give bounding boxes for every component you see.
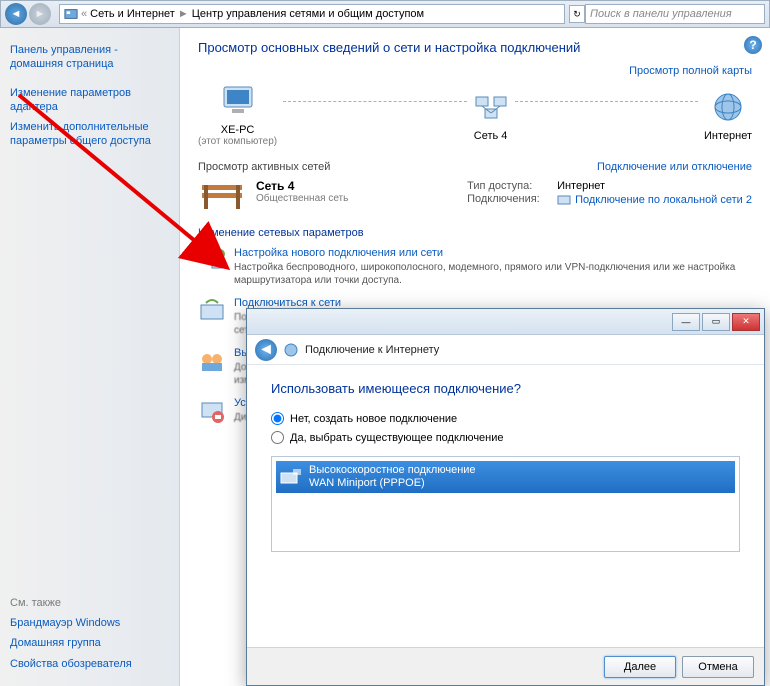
sidebar-link-browser[interactable]: Свойства обозревателя [10, 657, 169, 671]
search-input[interactable]: Поиск в панели управления [585, 4, 765, 24]
connection-line [515, 101, 698, 102]
nav-back-button[interactable]: ◄ [5, 3, 27, 25]
homegroup-icon [198, 347, 226, 375]
refresh-button[interactable]: ↻ [569, 5, 585, 23]
dialog-title: Подключение к Интернету [305, 344, 439, 356]
node-label: Сеть 4 [473, 130, 509, 142]
radio-label: Нет, создать новое подключение [290, 413, 457, 425]
node-label: XE-PC [198, 124, 277, 136]
connect-network-icon [198, 297, 226, 325]
task-title[interactable]: Настройка нового подключения или сети [234, 247, 752, 259]
troubleshoot-icon [198, 397, 226, 425]
search-placeholder: Поиск в панели управления [590, 8, 732, 20]
dialog-question: Использовать имеющееся подключение? [271, 381, 740, 396]
node-this-pc[interactable]: XE-PC (этот компьютер) [198, 83, 277, 147]
connection-link[interactable]: Подключение по локальной сети 2 [557, 193, 752, 207]
sidebar-link-sharing[interactable]: Изменить дополнительные параметры общего… [10, 120, 169, 149]
network-type[interactable]: Общественная сеть [256, 193, 457, 204]
node-label: Интернет [704, 130, 752, 142]
globe-icon [283, 342, 299, 358]
sidebar-link-home[interactable]: Панель управления - домашняя страница [10, 43, 169, 72]
sidebar-link-homegroup[interactable]: Домашняя группа [10, 636, 169, 650]
dialog-titlebar[interactable]: — ▭ ✕ [247, 309, 764, 335]
sidebar-link-adapter[interactable]: Изменение параметров адаптера [10, 86, 169, 115]
radio-input[interactable] [271, 431, 284, 444]
computer-icon [220, 83, 256, 119]
network-icon [473, 89, 509, 125]
connect-internet-dialog: — ▭ ✕ ◄ Подключение к Интернету Использо… [246, 308, 765, 686]
task-new-connection[interactable]: + Настройка нового подключения или сети … [198, 247, 752, 287]
radio-existing-connection[interactable]: Да, выбрать существующее подключение [271, 431, 740, 444]
control-panel-icon [64, 7, 78, 21]
see-also-heading: См. также [10, 597, 169, 609]
globe-icon [710, 89, 746, 125]
network-map: XE-PC (этот компьютер) Сеть 4 Интернет [198, 83, 752, 147]
svg-text:+: + [218, 250, 223, 259]
node-internet[interactable]: Интернет [704, 89, 752, 142]
adapter-icon [557, 193, 571, 207]
connection-line [283, 101, 466, 102]
task-desc: Настройка беспроводного, широкополосного… [234, 261, 752, 287]
minimize-button[interactable]: — [672, 313, 700, 331]
close-button[interactable]: ✕ [732, 313, 760, 331]
bench-icon [198, 179, 246, 213]
connection-sub: WAN Miniport (PPPOE) [309, 477, 476, 490]
help-icon[interactable]: ? [744, 36, 762, 54]
breadcrumb-item[interactable]: Сеть и Интернет [87, 8, 178, 20]
active-networks-label: Просмотр активных сетей [198, 161, 330, 173]
connection-name: Высокоскоростное подключение [309, 464, 476, 477]
new-connection-icon: + [198, 247, 226, 275]
dialog-back-button[interactable]: ◄ [255, 339, 277, 361]
network-name[interactable]: Сеть 4 [256, 179, 457, 193]
connection-list[interactable]: Высокоскоростное подключение WAN Minipor… [271, 456, 740, 552]
cancel-button[interactable]: Отмена [682, 656, 754, 678]
radio-label: Да, выбрать существующее подключение [290, 432, 504, 444]
sidebar-link-firewall[interactable]: Брандмауэр Windows [10, 616, 169, 630]
modem-icon [279, 467, 303, 487]
connect-disconnect-link[interactable]: Подключение или отключение [597, 161, 752, 173]
sidebar: Панель управления - домашняя страница Из… [0, 28, 180, 686]
address-bar[interactable]: « Сеть и Интернет ► Центр управления сет… [59, 4, 565, 24]
access-type-value: Интернет [557, 180, 605, 192]
connection-item[interactable]: Высокоскоростное подключение WAN Minipor… [276, 461, 735, 493]
full-map-link[interactable]: Просмотр полной карты [198, 65, 752, 77]
maximize-button[interactable]: ▭ [702, 313, 730, 331]
next-button[interactable]: Далее [604, 656, 676, 678]
breadcrumb-item[interactable]: Центр управления сетями и общим доступом [189, 8, 427, 20]
nav-forward-button: ► [29, 3, 51, 25]
connections-label: Подключения: [467, 193, 557, 207]
node-sublabel: (этот компьютер) [198, 136, 277, 147]
radio-input[interactable] [271, 412, 284, 425]
page-title: Просмотр основных сведений о сети и наст… [198, 40, 752, 55]
tasks-heading: Изменение сетевых параметров [198, 227, 752, 239]
radio-new-connection[interactable]: Нет, создать новое подключение [271, 412, 740, 425]
access-type-label: Тип доступа: [467, 180, 557, 192]
node-network[interactable]: Сеть 4 [473, 89, 509, 142]
